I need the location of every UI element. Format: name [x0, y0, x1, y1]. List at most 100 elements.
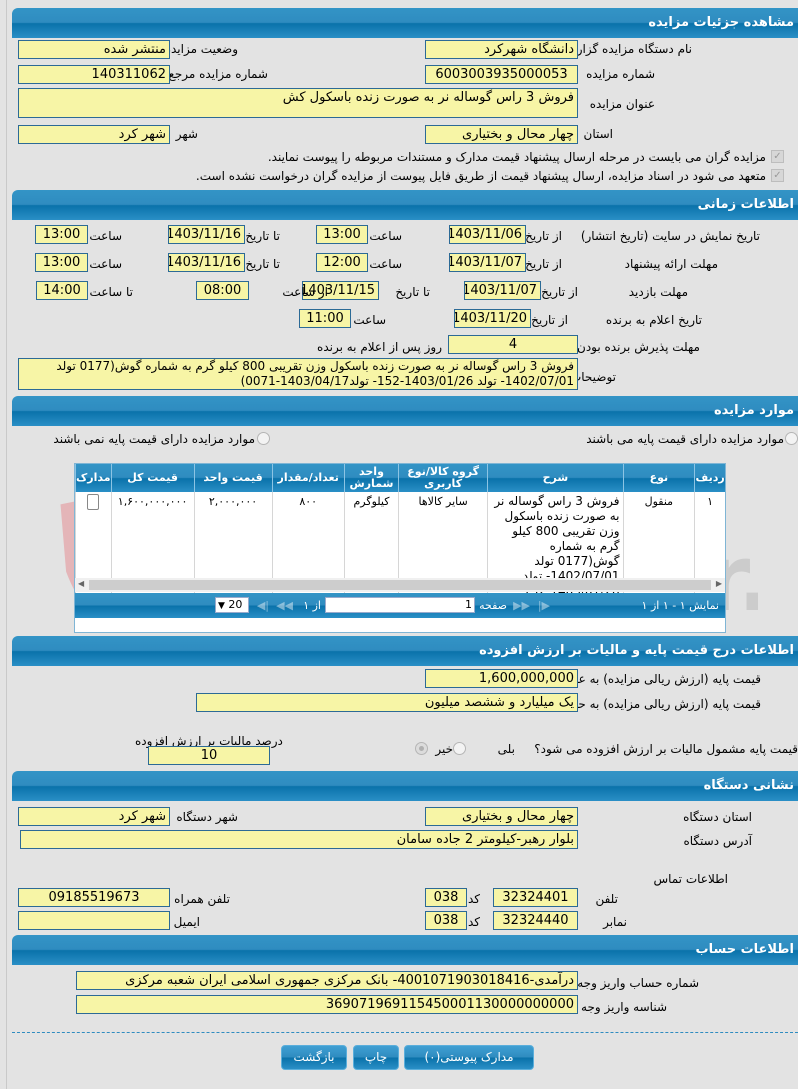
- pager-of-label: از ۱: [303, 599, 321, 612]
- display-from-label: از تاریخ: [525, 229, 562, 243]
- province-label: استان: [583, 127, 613, 141]
- province-field: چهار محال و بختیاری: [425, 125, 578, 144]
- city-field: شهر کرد: [18, 125, 170, 144]
- horizontal-scrollbar[interactable]: ◀ ▶: [75, 578, 725, 592]
- with-base-price-radio[interactable]: [785, 432, 798, 445]
- org-field: دانشگاه شهرکرد: [425, 40, 578, 59]
- fax-code-label: کد: [467, 915, 480, 929]
- no-file-offer-text: متعهد می شود در اسناد مزایده، ارسال پیشن…: [195, 169, 766, 183]
- visit-to-time: 14:00: [36, 281, 88, 300]
- mobile-label: تلفن همراه: [174, 892, 230, 906]
- status-label: وضعیت مزایده: [164, 42, 238, 56]
- ref-number-label: شماره مزایده مرجع: [168, 67, 268, 81]
- col-unit-price[interactable]: قیمت واحد: [193, 464, 272, 492]
- base-price-words-field: یک میلیارد و ششصد میلیون: [196, 693, 578, 712]
- phone-code-field: 038: [425, 888, 467, 907]
- col-group[interactable]: گروه کالا/نوع کاربری: [398, 464, 488, 492]
- section-header-pricing: اطلاعات درج قیمت پایه و مالیات بر ارزش ا…: [12, 636, 798, 666]
- vat-no-label: خیر: [435, 742, 453, 756]
- display-to-date: 1403/11/16: [168, 225, 245, 244]
- display-from-time: 13:00: [316, 225, 368, 244]
- offer-from-date: 1403/11/07: [449, 253, 526, 272]
- without-base-price-label: موارد مزایده دارای قیمت پایه نمی باشند: [53, 432, 255, 446]
- city-label: شهر: [175, 127, 198, 141]
- col-documents[interactable]: مدارک: [75, 464, 112, 492]
- display-date-label: تاریخ نمایش در سایت (تاریخ انتشار): [580, 229, 760, 243]
- col-quantity[interactable]: تعداد/مقدار: [271, 464, 345, 492]
- announce-from-label: از تاریخ: [531, 313, 568, 327]
- org-address-field: بلوار رهبر-کیلومتر 2 جاده سامان: [20, 830, 578, 849]
- fax-field: 32324440: [493, 911, 578, 930]
- chevron-down-icon: ▼: [218, 601, 225, 611]
- days-after-label: روز پس از اعلام به برنده: [317, 340, 442, 354]
- accept-deadline-label: مهلت پذیرش برنده بودن: [577, 340, 700, 354]
- scroll-left-icon[interactable]: ◀: [78, 579, 84, 588]
- col-type[interactable]: نوع: [622, 464, 695, 492]
- phone-field: 32324401: [493, 888, 578, 907]
- pager-next-icon[interactable]: ▶▶: [513, 599, 530, 612]
- visit-from-date: 1403/11/07: [464, 281, 541, 300]
- org-label: نام دستگاه مزایده گزار: [576, 42, 692, 56]
- without-base-price-radio[interactable]: [257, 432, 270, 445]
- divider: [12, 1032, 798, 1033]
- with-base-price-label: موارد مزایده دارای قیمت پایه می باشند: [586, 432, 784, 446]
- back-button[interactable]: بازگشت: [281, 1045, 347, 1070]
- fax-label: نمابر: [603, 915, 627, 929]
- offer-to-date: 1403/11/16: [168, 253, 245, 272]
- pager-first-icon[interactable]: |◀: [257, 599, 269, 612]
- number-label: شماره مزایده: [586, 67, 655, 81]
- items-header-row: ردیف نوع شرح گروه کالا/نوع کاربری واحد ش…: [75, 464, 725, 492]
- payment-id-label: شناسه واریز وجه: [581, 1000, 667, 1014]
- frame-border: [6, 0, 7, 1089]
- status-field: منتشر شده: [18, 40, 170, 59]
- pager-page-label: صفحه: [479, 599, 507, 612]
- vat-question-label: قیمت پایه مشمول مالیات بر ارزش افزوده می…: [534, 742, 798, 756]
- col-unit[interactable]: واحد شمارش: [343, 464, 399, 492]
- mobile-field: 09185519673: [18, 888, 170, 907]
- org-city-field: شهر کرد: [18, 807, 170, 826]
- page-size-select[interactable]: ▼ 20: [215, 597, 249, 613]
- offer-to-time: 13:00: [35, 253, 88, 272]
- col-row[interactable]: ردیف: [694, 464, 725, 492]
- org-address-label: آدرس دستگاه: [683, 834, 752, 848]
- visit-from-label: از تاریخ: [541, 285, 578, 299]
- col-total-price[interactable]: قیمت کل: [110, 464, 195, 492]
- ref-number-field: 140311062: [18, 65, 170, 84]
- announce-label: تاریخ اعلام به برنده: [605, 313, 702, 327]
- vat-no-radio[interactable]: [415, 742, 428, 755]
- org-province-label: استان دستگاه: [683, 810, 752, 824]
- title-field: فروش 3 راس گوساله نر به صورت زنده باسکول…: [18, 88, 578, 118]
- scrollbar-thumb[interactable]: [89, 580, 711, 590]
- visit-to-time-label: تا ساعت: [89, 285, 133, 299]
- vat-yes-radio[interactable]: [453, 742, 466, 755]
- email-label: ایمیل: [173, 915, 200, 929]
- col-description[interactable]: شرح: [487, 464, 624, 492]
- print-button[interactable]: چاپ: [353, 1045, 399, 1070]
- display-to-time-label: ساعت: [89, 229, 122, 243]
- section-header-details: مشاهده جزئیات مزایده: [12, 8, 798, 38]
- section-header-address: نشانی دستگاه: [12, 771, 798, 801]
- number-field: 6003003935000053: [425, 65, 578, 84]
- account-number-label: شماره حساب واریز وجه: [577, 976, 699, 990]
- offer-from-label: از تاریخ: [525, 257, 562, 271]
- title-label: عنوان مزایده: [589, 97, 655, 111]
- phone-label: تلفن: [595, 892, 618, 906]
- offer-to-time-label: ساعت: [89, 257, 122, 271]
- documents-button[interactable]: [87, 494, 100, 510]
- pager-last-icon[interactable]: ▶|: [538, 599, 550, 612]
- attach-docs-text: مزایده گران می بایست در مرحله ارسال پیشن…: [267, 150, 766, 164]
- attach-docs-checkbox[interactable]: ✓: [771, 150, 784, 163]
- items-grid: ردیف نوع شرح گروه کالا/نوع کاربری واحد ش…: [74, 463, 726, 633]
- account-number-field: درآمدی-4001071903018416- بانک مرکزی جمهو…: [76, 971, 578, 990]
- attachments-button[interactable]: مدارک پیوستی(۰): [404, 1045, 534, 1070]
- pager-prev-icon[interactable]: ◀◀: [276, 599, 293, 612]
- page-size-value: 20: [228, 598, 243, 611]
- contact-info-label: اطلاعات تماس: [653, 872, 728, 886]
- base-price-number-label: قیمت پایه (ارزش ریالی مزایده) به عدد: [566, 672, 761, 686]
- no-file-offer-checkbox[interactable]: ✓: [771, 169, 784, 182]
- scroll-right-icon[interactable]: ▶: [716, 579, 722, 588]
- grid-pager: نمایش ۱ - ۱ از ۱ ▶| ▶▶ صفحه 1 از ۱ ◀◀ |◀…: [75, 593, 725, 618]
- pager-page-input[interactable]: 1: [325, 597, 475, 613]
- section-header-account: اطلاعات حساب: [12, 935, 798, 965]
- payment-id-field: 369071969115450001130000000000: [76, 995, 578, 1014]
